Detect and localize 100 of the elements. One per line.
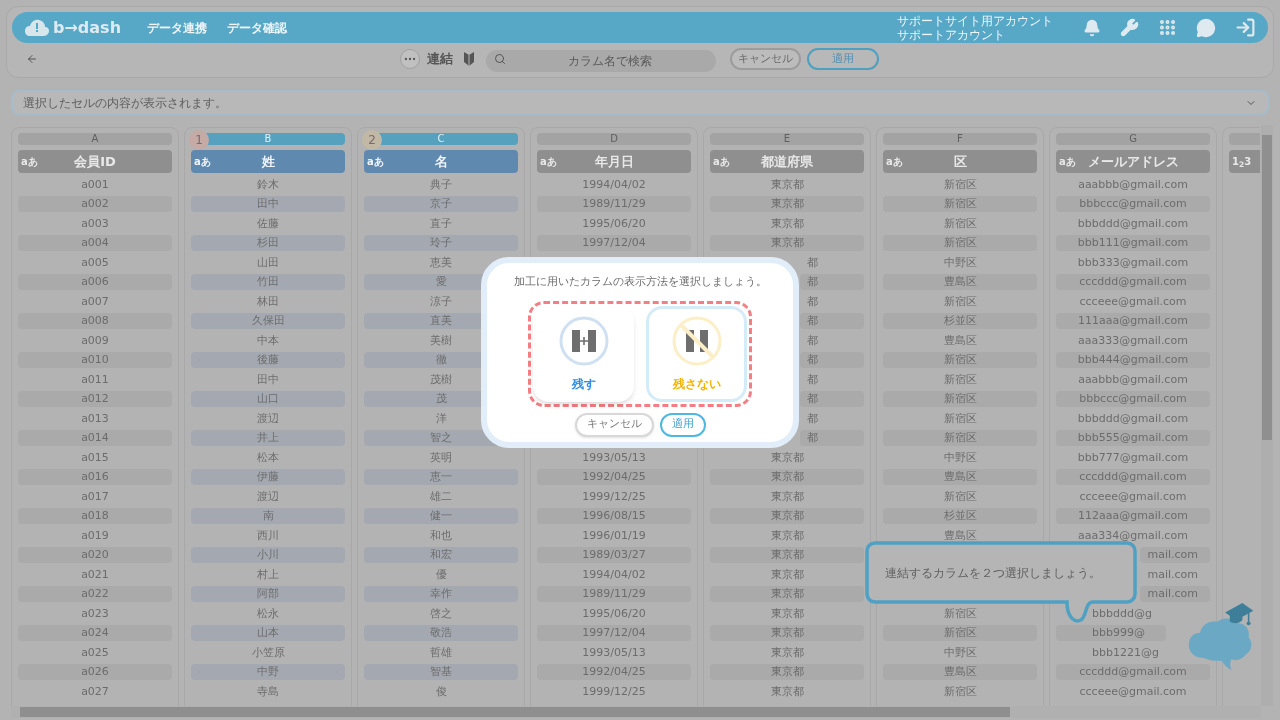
table-cell-text: 直子 <box>429 215 453 232</box>
table-cell-text: 西川 <box>256 527 280 544</box>
option-card[interactable]: 残す <box>533 305 634 402</box>
apply-button[interactable]: 適用 <box>807 48 879 70</box>
table-cell-text: 都 <box>806 371 819 388</box>
table-cell-text: bbbddd@gmail.com <box>1076 410 1190 427</box>
table-cell-text: aaabbb@gmail.com <box>1077 176 1189 193</box>
table-cell-text: 俊 <box>434 683 448 700</box>
join-columns-icon <box>557 314 610 367</box>
table-cell: 山口 <box>191 391 345 408</box>
apply-button[interactable]: 適用 <box>659 412 706 437</box>
table-cell-text: bbbddd@gmail.com <box>1076 215 1190 232</box>
table-cell-text: 1999/12/25 <box>581 683 647 700</box>
table-cell-text: 東京都 <box>769 449 805 466</box>
column-header[interactable]: aあ 区 <box>883 150 1037 173</box>
table-cell: 東京都 <box>710 586 864 603</box>
table-cell-text: 東京都 <box>769 644 805 661</box>
column-header[interactable]: 1$_{2}$3 <box>1229 150 1260 173</box>
search-field[interactable]: カラム名で検索 <box>486 50 716 72</box>
table-cell-text: 都 <box>806 410 819 427</box>
table-cell-text: 洋 <box>434 410 448 427</box>
table-cell-text: ccceee@gmail.com <box>1078 683 1188 700</box>
column-header[interactable]: aあ 姓 <box>191 150 345 173</box>
type-label: aあ <box>194 155 211 169</box>
table-cell-text: a007 <box>80 293 110 310</box>
column-header[interactable]: aあ 名 <box>364 150 518 173</box>
table-cell-text: 1993/05/13 <box>581 644 647 661</box>
table-cell: a026 <box>18 664 172 681</box>
account-name: サポートサイト用アカウント <box>897 13 1053 28</box>
table-cell-text: 都 <box>806 293 819 310</box>
bell-icon[interactable] <box>1083 18 1101 37</box>
table-cell-text: bbb333@gmail.com <box>1076 254 1190 271</box>
table-cell-text: bbb1221@g <box>1091 644 1160 661</box>
table-cell-text: 恵美 <box>429 254 453 271</box>
table-cell-text: 中野区 <box>942 644 978 661</box>
table-cell-text: 和也 <box>429 527 453 544</box>
table-cell-text: 都 <box>806 332 819 349</box>
table-cell-text: 豊島区 <box>942 527 978 544</box>
table-cell: cccddd@gmail.com <box>1056 664 1210 681</box>
table-cell-text: a005 <box>80 254 110 271</box>
table-cell: 111aaa@gmail.com <box>1056 313 1210 330</box>
table-cell: 和宏 <box>364 547 518 564</box>
type-label: aあ <box>886 155 903 169</box>
table-cell: 都 <box>800 274 864 291</box>
table-cell-text: a023 <box>80 605 110 622</box>
table-cell-text: 山田 <box>256 254 280 271</box>
table-cell: bbbccc@gmail.com <box>1056 391 1210 408</box>
table-cell: 久保田 <box>191 313 345 330</box>
type-label: aあ <box>713 155 730 169</box>
nav-link[interactable]: データ確認 <box>227 18 288 37</box>
menu-dots-icon[interactable] <box>400 49 420 69</box>
table-cell: bbb444@gmail.com <box>1056 352 1210 369</box>
table-cell-text: a003 <box>80 215 110 232</box>
chat-icon[interactable] <box>1196 17 1216 38</box>
table-cell: 都 <box>800 430 864 447</box>
cancel-button[interactable]: キャンセル <box>730 48 801 70</box>
column-header[interactable]: aあ メールアドレス <box>1056 150 1210 173</box>
table-cell-text: a021 <box>80 566 110 583</box>
table-cell-text: a011 <box>80 371 110 388</box>
table-cell-text: 涼子 <box>429 293 453 310</box>
table-cell: 1989/11/29 <box>537 196 691 213</box>
column-name: 区 <box>953 152 967 171</box>
table-cell-text: 村上 <box>256 566 280 583</box>
nav-link[interactable]: データ連携 <box>147 18 208 37</box>
table-cell-text: a015 <box>80 449 110 466</box>
table-cell: 東京都 <box>710 469 864 486</box>
table-cell-text: 中本 <box>256 332 280 349</box>
cell-content-bar[interactable]: 選択したセルの内容が表示されます。 <box>11 90 1269 115</box>
table-cell-text: 新宿区 <box>942 371 978 388</box>
cloud-logo-icon <box>24 17 50 38</box>
table-cell: 1997/12/04 <box>537 625 691 642</box>
table-cell-text: 渡辺 <box>256 488 280 505</box>
table-cell: 東京都 <box>710 196 864 213</box>
grid-icon[interactable] <box>1158 18 1177 37</box>
logout-icon[interactable] <box>1235 17 1256 38</box>
table-cell: 玲子 <box>364 235 518 252</box>
table-cell-text: aaa334@gmail.com <box>1077 527 1189 544</box>
table-cell: 京子 <box>364 196 518 213</box>
column-header[interactable]: aあ 会員ID <box>18 150 172 173</box>
table-cell-text: 新宿区 <box>942 176 978 193</box>
table-cell: a016 <box>18 469 172 486</box>
table-cell-text: a025 <box>80 644 110 661</box>
vertical-scrollbar[interactable] <box>1261 125 1273 706</box>
column-header[interactable]: aあ 都道府県 <box>710 150 864 173</box>
column-letter: E <box>710 133 864 145</box>
column-header[interactable]: aあ 年月日 <box>537 150 691 173</box>
table-cell-text: 東京都 <box>769 215 805 232</box>
wrench-icon[interactable] <box>1120 18 1139 37</box>
cancel-button[interactable]: キャンセル <box>574 412 654 437</box>
table-cell-text: 東京都 <box>769 176 805 193</box>
table-cell-text: 松永 <box>256 605 280 622</box>
back-icon[interactable] <box>26 53 38 65</box>
table-cell: 1996/08/15 <box>537 508 691 525</box>
table-cell-text: ccceee@gmail.com <box>1078 488 1188 505</box>
table-cell: 中野 <box>191 664 345 681</box>
option-card[interactable]: 残さない <box>646 305 747 402</box>
table-cell-text: 東京都 <box>769 488 805 505</box>
table-cell-text: 寺島 <box>256 683 280 700</box>
table-cell: 1992/04/25 <box>537 469 691 486</box>
type-label: 1$_{2}$3 <box>1232 155 1252 169</box>
